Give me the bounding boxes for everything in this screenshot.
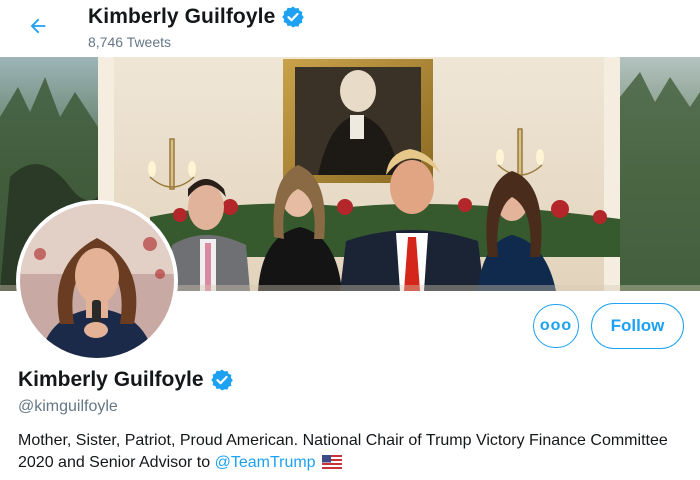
profile-avatar[interactable] [16, 200, 178, 362]
verified-badge-icon [282, 6, 305, 28]
header-title: Kimberly Guilfoyle [88, 5, 305, 29]
header-name: Kimberly Guilfoyle [88, 5, 276, 28]
verified-badge-icon [210, 369, 233, 391]
profile-name: Kimberly Guilfoyle [18, 368, 204, 391]
profile-name-row: Kimberly Guilfoyle [18, 368, 234, 392]
us-flag-icon [321, 455, 342, 469]
bio-text: Mother, Sister, Patriot, Proud American.… [18, 432, 668, 471]
bio-mention-link[interactable]: @TeamTrump [215, 454, 316, 471]
tweet-count: 8,746 Tweets [88, 34, 172, 50]
back-button[interactable] [22, 10, 54, 42]
profile-header-bar: Kimberly Guilfoyle 8,746 Tweets [0, 0, 700, 57]
follow-button-label: Follow [610, 316, 665, 335]
arrow-left-icon [30, 18, 46, 34]
more-options-icon: ooo [539, 317, 573, 334]
profile-handle: @kimguilfoyle [18, 398, 118, 415]
profile-bio: Mother, Sister, Patriot, Proud American.… [18, 430, 678, 474]
more-options-button[interactable]: ooo [533, 304, 579, 348]
follow-button[interactable]: Follow [591, 303, 684, 349]
